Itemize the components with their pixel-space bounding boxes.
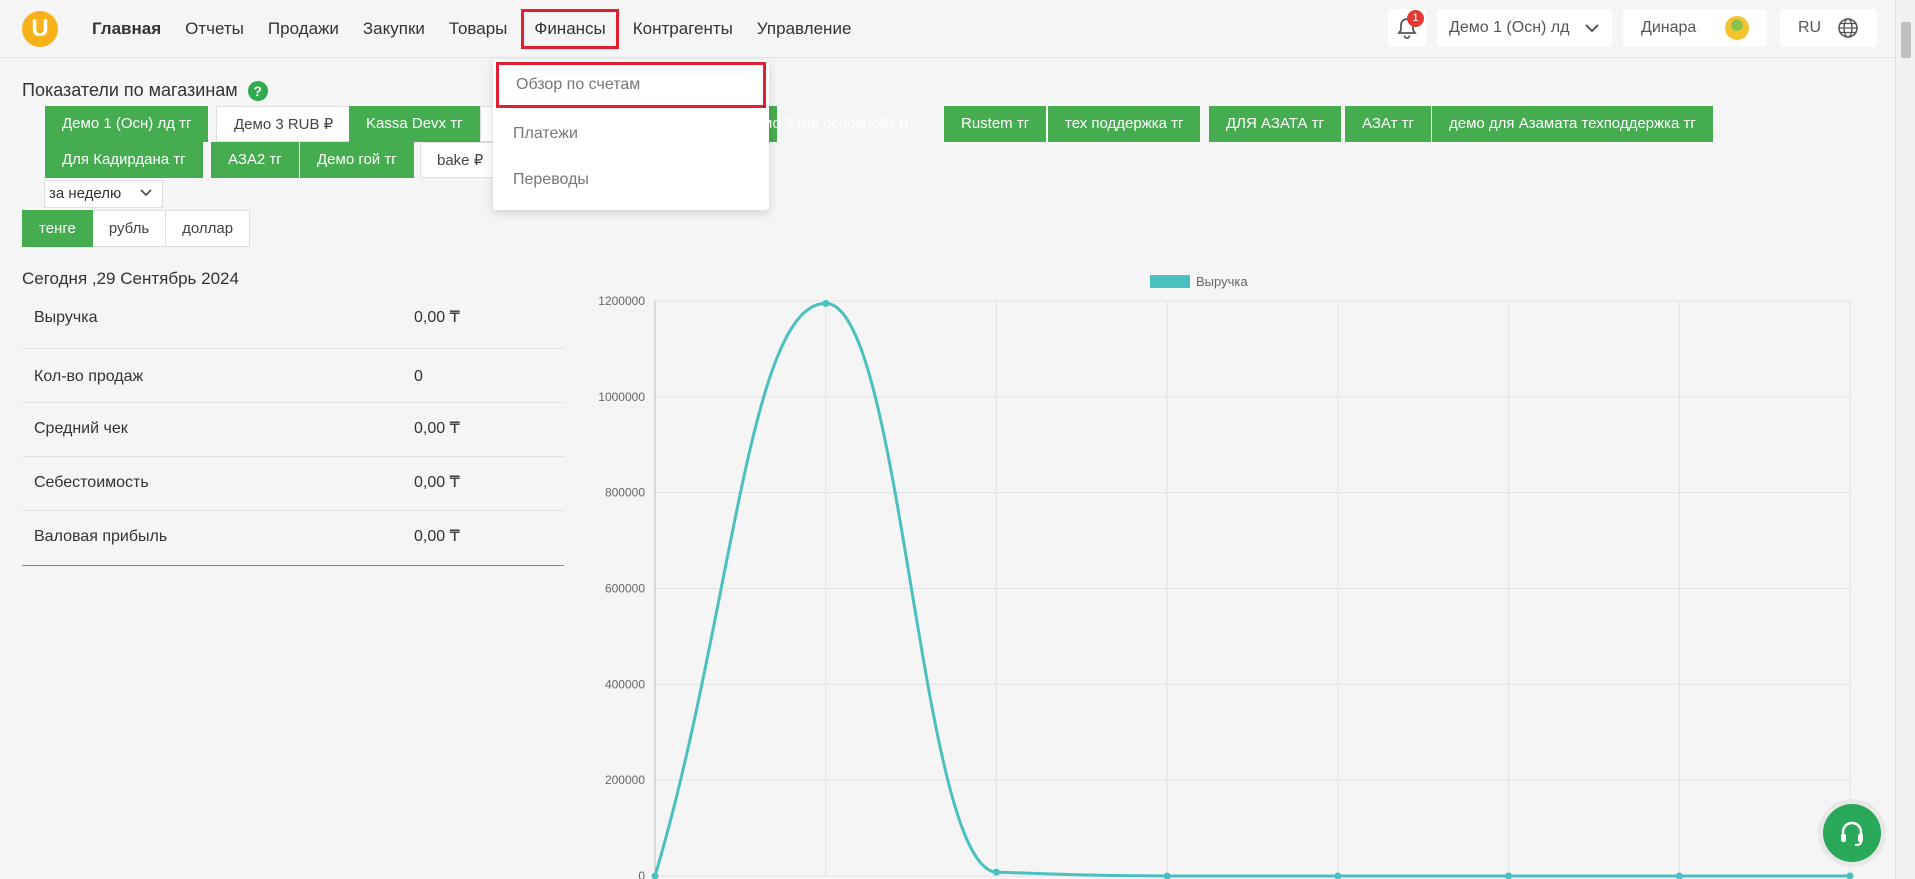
finance-dropdown-menu: Обзор по счетам Платежи Переводы	[493, 60, 769, 210]
metric-row: Себестоимость 0,00 ₸	[22, 457, 564, 511]
nav-purchases[interactable]: Закупки	[351, 0, 437, 58]
data-point	[992, 868, 1000, 876]
page-title: Показатели по магазинам ?	[22, 80, 268, 101]
legend-label: Выручка	[1196, 274, 1248, 289]
data-point	[1675, 872, 1683, 879]
metric-value: 0	[414, 368, 423, 385]
data-point	[1505, 872, 1513, 879]
y-tick-label: 0	[638, 869, 645, 879]
store-chip[interactable]: Демо гой тг	[300, 142, 414, 178]
scrollbar-thumb[interactable]	[1901, 22, 1911, 58]
chevron-down-icon	[140, 189, 152, 197]
nav-sales[interactable]: Продажи	[256, 0, 351, 58]
metric-label: Себестоимость	[34, 474, 149, 491]
store-chip[interactable]: Rustem тг	[944, 106, 1047, 142]
store-chip-text[interactable]: мо 3 (не основной) тг	[760, 106, 927, 142]
notification-count-badge: 1	[1407, 10, 1424, 27]
store-chip[interactable]: ДЛЯ АЗАТА тг	[1209, 106, 1341, 142]
store-chip[interactable]: АЗАт тг	[1345, 106, 1431, 142]
metric-row: Средний чек 0,00 ₸	[22, 403, 564, 457]
current-date: Сегодня ,29 Сентябрь 2024	[22, 269, 239, 288]
avatar	[1725, 16, 1749, 40]
data-point	[1334, 872, 1342, 879]
store-chip[interactable]: тех поддержка тг	[1048, 106, 1201, 142]
metric-label: Валовая прибыль	[34, 528, 168, 545]
metric-value: 0,00 ₸	[414, 420, 460, 437]
menu-item-payments[interactable]: Платежи	[493, 111, 769, 157]
nav-products[interactable]: Товары	[437, 0, 519, 58]
store-chip[interactable]: Kassa Devx тг	[349, 106, 480, 142]
store-chip[interactable]: АЗА2 тг	[211, 142, 299, 178]
top-header: U Главная Отчеты Продажи Закупки Товары …	[0, 0, 1895, 58]
period-select-value: за неделю	[49, 185, 122, 202]
currency-ruble-button[interactable]: рубль	[92, 210, 167, 247]
series-line-revenue	[653, 301, 1850, 878]
metric-row: Кол-во продаж 0	[22, 349, 564, 403]
y-tick-label: 600000	[605, 582, 645, 596]
data-point	[1846, 872, 1854, 879]
chevron-down-icon	[1585, 24, 1599, 33]
metric-label: Кол-во продаж	[34, 368, 144, 385]
y-tick-label: 800000	[605, 486, 645, 500]
page-scrollbar[interactable]	[1895, 0, 1915, 879]
language-label: RU	[1798, 19, 1822, 36]
metric-value: 0,00 ₸	[414, 309, 460, 326]
user-name: Динара	[1641, 19, 1697, 36]
app-logo[interactable]: U	[22, 11, 58, 47]
currency-tenge-button[interactable]: тенге	[22, 210, 93, 247]
nav-counterparties[interactable]: Контрагенты	[621, 0, 745, 58]
menu-item-accounts-overview[interactable]: Обзор по счетам	[496, 62, 766, 108]
metric-value: 0,00 ₸	[414, 528, 460, 545]
store-chip[interactable]: Демо 1 (Осн) лд тг	[45, 106, 209, 142]
main-nav: Главная Отчеты Продажи Закупки Товары Фи…	[80, 0, 863, 58]
store-selector-label: Демо 1 (Осн) лд	[1449, 19, 1570, 36]
language-selector[interactable]: RU	[1780, 9, 1877, 47]
metric-row: Валовая прибыль 0,00 ₸	[22, 511, 564, 565]
data-point	[822, 299, 830, 307]
headset-icon	[1841, 821, 1863, 846]
metric-value: 0,00 ₸	[414, 474, 460, 491]
support-chat-button[interactable]	[1823, 804, 1881, 862]
currency-dollar-button[interactable]: доллар	[166, 210, 251, 247]
data-point	[651, 872, 659, 879]
store-chip[interactable]: bake ₽	[420, 142, 494, 178]
store-chip[interactable]: Демо 3 RUB ₽	[216, 106, 352, 142]
user-menu[interactable]: Динара	[1623, 9, 1767, 47]
store-chip[interactable]: Для Кадирдана тг	[45, 142, 203, 178]
store-chip[interactable]: демо для Азамата техподдержка тг	[1432, 106, 1713, 142]
notifications-button[interactable]: 1	[1388, 9, 1426, 47]
metric-label: Средний чек	[34, 420, 128, 437]
nav-home[interactable]: Главная	[80, 0, 173, 58]
nav-reports[interactable]: Отчеты	[173, 0, 256, 58]
y-tick-label: 200000	[605, 773, 645, 787]
legend-swatch	[1150, 275, 1190, 288]
currency-toggle: тенге рубль доллар	[22, 210, 251, 247]
revenue-chart: 0 200000 400000 600000 800000 1000000 1200000 В…	[598, 274, 1854, 879]
nav-finance[interactable]: Финансы	[521, 9, 619, 49]
y-tick-label: 1000000	[598, 390, 645, 404]
menu-item-transfers[interactable]: Переводы	[493, 157, 769, 203]
help-icon[interactable]: ?	[247, 80, 268, 101]
y-tick-label: 1200000	[598, 294, 645, 308]
globe-icon	[1838, 18, 1858, 38]
page-title-text: Показатели по магазинам	[22, 80, 238, 100]
metric-label: Выручка	[34, 309, 98, 326]
metric-row: Выручка 0,00 ₸	[22, 295, 564, 349]
y-tick-label: 400000	[605, 677, 645, 691]
store-selector[interactable]: Демо 1 (Осн) лд	[1437, 9, 1612, 47]
data-point	[1163, 872, 1171, 879]
metrics-table: Выручка 0,00 ₸ Кол-во продаж 0 Средний ч…	[22, 295, 564, 566]
period-select[interactable]: за неделю	[44, 180, 163, 208]
nav-management[interactable]: Управление	[745, 0, 864, 58]
